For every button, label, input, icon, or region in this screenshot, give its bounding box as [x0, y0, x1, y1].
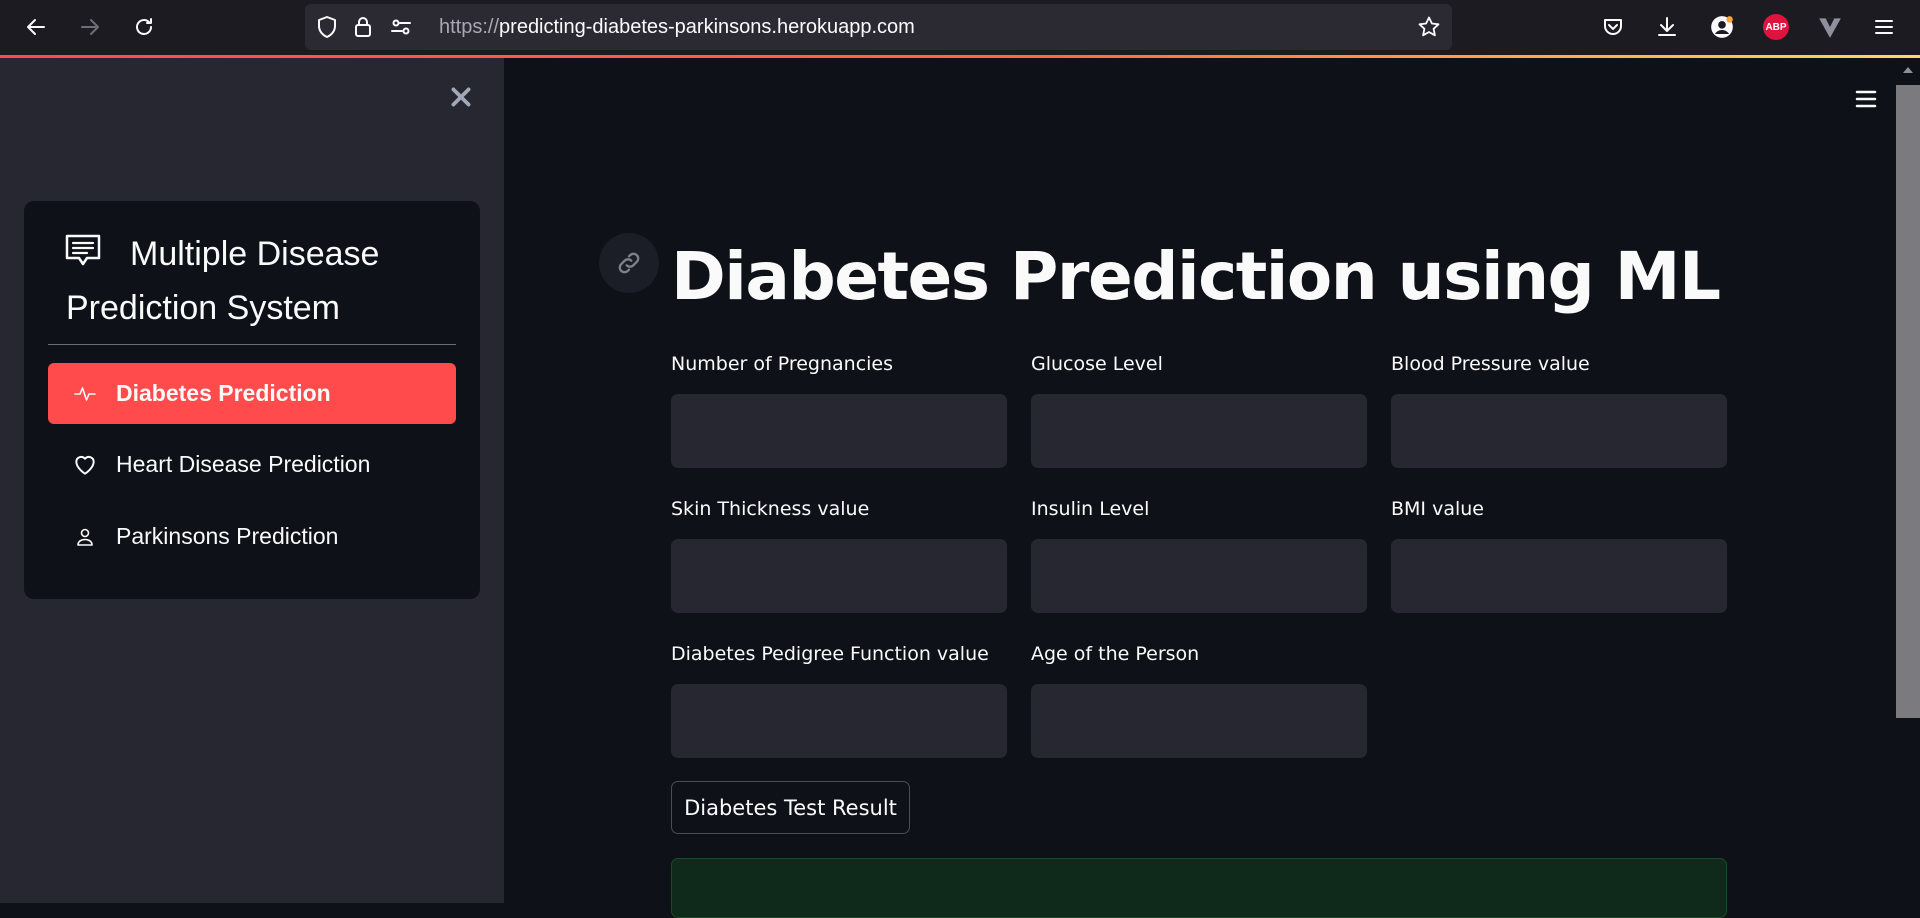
menu-divider: [48, 344, 456, 345]
forward-button[interactable]: [73, 10, 107, 44]
menu-title: Multiple Disease Prediction System: [66, 235, 380, 327]
scrollbar-thumb[interactable]: [1896, 85, 1920, 718]
bookmark-star-icon[interactable]: [1417, 15, 1441, 39]
url-scheme: https://: [439, 16, 500, 38]
menu-item-diabetes-prediction[interactable]: Diabetes Prediction: [48, 363, 456, 424]
pedigree-input[interactable]: [671, 684, 1007, 758]
link-icon: [618, 252, 640, 274]
close-sidebar-icon[interactable]: [446, 84, 476, 114]
main-content: [504, 58, 1900, 903]
url-host: predicting-diabetes-parkinsons.herokuapp…: [499, 16, 915, 38]
age-input[interactable]: [1031, 684, 1367, 758]
insulin-input[interactable]: [1031, 539, 1367, 613]
arrow-left-icon: [27, 19, 45, 35]
sidebar: Multiple Disease Prediction System Diabe…: [0, 58, 504, 903]
menu-item-label: Diabetes Prediction: [116, 380, 331, 406]
blood-pressure-label: Blood Pressure value: [1391, 353, 1590, 375]
app-menu-icon[interactable]: [1852, 85, 1880, 113]
lock-icon[interactable]: [351, 15, 375, 39]
blood-pressure-input[interactable]: [1391, 394, 1727, 468]
menu-item-parkinsons-prediction[interactable]: Parkinsons Prediction: [48, 506, 456, 567]
page-title: Diabetes Prediction using ML: [671, 238, 1721, 315]
bmi-input[interactable]: [1391, 539, 1727, 613]
glucose-input[interactable]: [1031, 394, 1367, 468]
person-icon: [72, 524, 98, 550]
insulin-label: Insulin Level: [1031, 498, 1150, 520]
account-icon[interactable]: [1707, 12, 1737, 42]
address-bar[interactable]: https://predicting-diabetes-parkinsons.h…: [305, 4, 1452, 50]
header-anchor-link[interactable]: [599, 233, 659, 293]
skin-thickness-input[interactable]: [671, 539, 1007, 613]
pregnancies-input[interactable]: [671, 394, 1007, 468]
heart-icon: [72, 452, 98, 478]
browser-toolbar: https://predicting-diabetes-parkinsons.h…: [0, 0, 1920, 55]
menu-item-label: Parkinsons Prediction: [116, 523, 339, 549]
permissions-icon[interactable]: [389, 15, 413, 39]
menu-item-heart-disease-prediction[interactable]: Heart Disease Prediction: [48, 434, 456, 495]
download-icon[interactable]: [1652, 12, 1682, 42]
bmi-label: BMI value: [1391, 498, 1484, 520]
diabetes-test-result-button[interactable]: Diabetes Test Result: [671, 781, 910, 834]
url-text[interactable]: https://predicting-diabetes-parkinsons.h…: [439, 16, 915, 39]
back-button[interactable]: [19, 10, 53, 44]
shield-icon[interactable]: [315, 15, 339, 39]
pregnancies-label: Number of Pregnancies: [671, 353, 894, 375]
browser-menu-icon[interactable]: [1869, 12, 1899, 42]
reload-button[interactable]: [127, 10, 161, 44]
pedigree-label: Diabetes Pedigree Function value: [671, 643, 989, 665]
scroll-up-arrow-icon[interactable]: [1900, 62, 1916, 78]
age-label: Age of the Person: [1031, 643, 1200, 665]
skin-thickness-label: Skin Thickness value: [671, 498, 870, 520]
adblock-extension-button[interactable]: ABP: [1761, 12, 1791, 42]
option-menu: Multiple Disease Prediction System Diabe…: [24, 201, 480, 599]
extension-icon[interactable]: [1815, 12, 1845, 42]
pocket-icon[interactable]: [1598, 12, 1628, 42]
result-message-box: [671, 858, 1727, 918]
abp-icon: ABP: [1763, 14, 1789, 40]
menu-item-label: Heart Disease Prediction: [116, 451, 371, 477]
activity-icon: [72, 381, 98, 407]
arrow-right-icon: [81, 19, 99, 35]
glucose-label: Glucose Level: [1031, 353, 1163, 375]
reload-icon: [136, 18, 152, 35]
